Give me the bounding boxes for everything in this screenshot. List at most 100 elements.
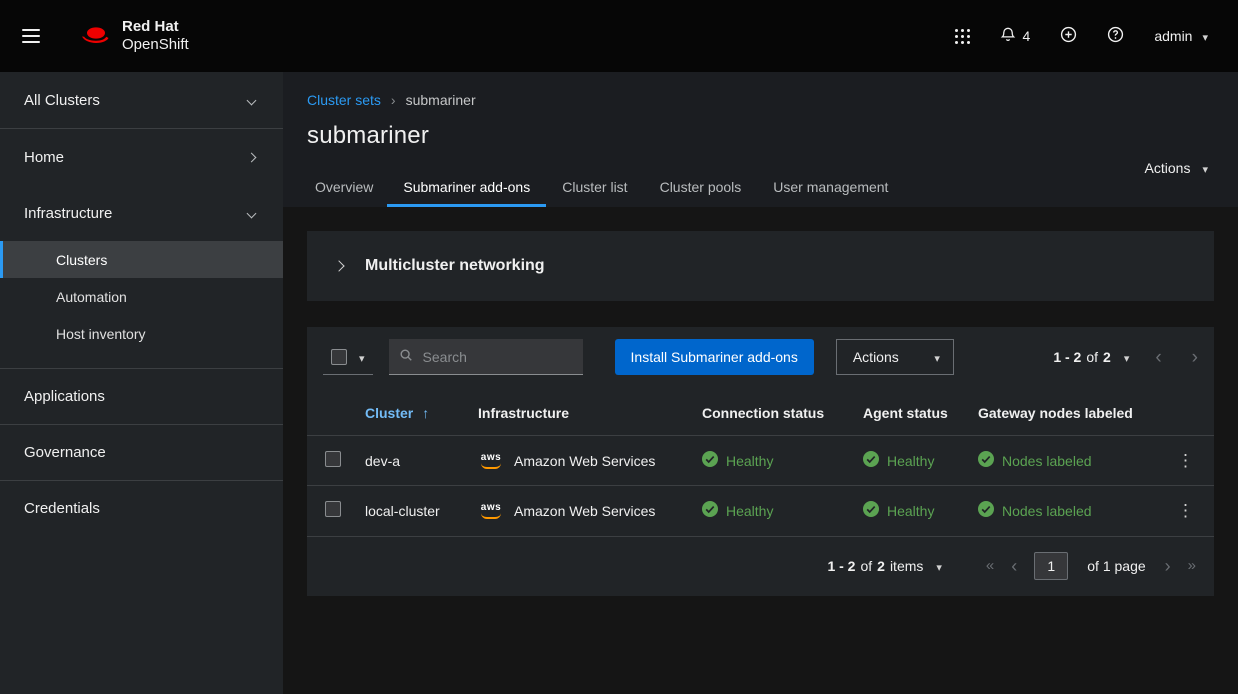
brand-line1: Red Hat xyxy=(122,18,189,36)
sidebar-item-automation[interactable]: Automation xyxy=(0,278,283,315)
caret-down-icon xyxy=(934,349,940,365)
sidebar-item-label: Home xyxy=(24,149,64,166)
row-kebab-menu[interactable] xyxy=(1169,499,1202,523)
tab-user-management[interactable]: User management xyxy=(757,170,904,207)
search-box xyxy=(389,339,583,375)
sidebar-item-clusters[interactable]: Clusters xyxy=(0,241,283,278)
table-row: local-cluster aws Amazon Web Services xyxy=(307,486,1214,536)
next-page-button[interactable] xyxy=(1165,557,1171,575)
table-actions-dropdown[interactable]: Actions xyxy=(836,339,954,375)
user-menu[interactable]: admin xyxy=(1154,28,1208,44)
caret-down-icon xyxy=(359,349,365,365)
install-submariner-button[interactable]: Install Submariner add-ons xyxy=(615,339,814,375)
sidebar-item-host-inventory[interactable]: Host inventory xyxy=(0,315,283,352)
caret-down-icon xyxy=(1202,28,1208,44)
bulk-select-dropdown[interactable] xyxy=(323,340,373,375)
help-button[interactable] xyxy=(1107,26,1124,46)
pagination-bottom: 1 - 2 of 2 items of 1 page xyxy=(307,536,1214,596)
breadcrumb-link-cluster-sets[interactable]: Cluster sets xyxy=(307,92,381,108)
sidebar-item-infrastructure[interactable]: Infrastructure xyxy=(0,185,283,241)
gateway-status: Nodes labeled xyxy=(1002,503,1092,519)
create-button[interactable] xyxy=(1060,26,1077,46)
provider-name: Amazon Web Services xyxy=(514,503,655,519)
infrastructure-subnav: Clusters Automation Host inventory xyxy=(0,241,283,352)
perspective-label: All Clusters xyxy=(24,92,100,109)
multicluster-networking-expander[interactable]: Multicluster networking xyxy=(307,231,1214,301)
sidebar-item-applications[interactable]: Applications xyxy=(0,368,283,424)
check-circle-icon xyxy=(978,501,994,520)
caret-down-icon xyxy=(1202,160,1208,176)
aws-icon: aws xyxy=(478,503,504,519)
row-checkbox[interactable] xyxy=(325,451,341,467)
tab-cluster-list[interactable]: Cluster list xyxy=(546,170,643,207)
sidebar-item-governance[interactable]: Governance xyxy=(0,424,283,480)
add-circle-icon xyxy=(1060,26,1077,46)
notifications-button[interactable]: 4 xyxy=(1000,26,1031,46)
column-header-cluster: Cluster xyxy=(365,405,413,421)
tab-submariner-add-ons[interactable]: Submariner add-ons xyxy=(387,170,546,207)
breadcrumb-current: submariner xyxy=(406,92,476,108)
column-header-connection-status: Connection status xyxy=(690,391,851,436)
pagination-total: 2 xyxy=(877,558,885,574)
cluster-perspective-switcher[interactable]: All Clusters xyxy=(0,72,283,129)
sidebar-item-label: Governance xyxy=(24,444,106,461)
main-content: Cluster sets submariner submariner Actio… xyxy=(283,72,1238,694)
apps-grid-icon xyxy=(955,29,970,44)
breadcrumb-separator-icon xyxy=(391,92,396,108)
chevron-down-icon xyxy=(247,95,257,105)
masthead: Red Hat OpenShift 4 xyxy=(0,0,1238,72)
chevron-down-icon xyxy=(247,208,257,218)
app-launcher-button[interactable] xyxy=(955,29,970,44)
check-circle-icon xyxy=(702,501,718,520)
first-page-button[interactable] xyxy=(986,558,994,573)
check-circle-icon xyxy=(863,501,879,520)
prev-page-button[interactable] xyxy=(1155,348,1161,367)
check-circle-icon xyxy=(978,451,994,470)
tab-overview[interactable]: Overview xyxy=(307,170,387,207)
page-actions-label: Actions xyxy=(1145,160,1191,176)
page-actions-dropdown[interactable]: Actions xyxy=(1145,160,1208,176)
sidebar-item-home[interactable]: Home xyxy=(0,129,283,185)
prev-page-button[interactable] xyxy=(1011,557,1017,575)
pagination-menu-toggle[interactable]: 1 - 2 of 2 xyxy=(1053,349,1129,365)
submariner-table-card: Install Submariner add-ons Actions 1 - 2… xyxy=(307,327,1214,596)
connection-status: Healthy xyxy=(726,503,773,519)
next-page-button[interactable] xyxy=(1192,348,1198,367)
pagination-top: 1 - 2 of 2 xyxy=(1053,348,1198,367)
chevron-right-icon xyxy=(247,152,257,162)
clusters-table: Cluster Infrastructure Connection status… xyxy=(307,391,1214,536)
last-page-button[interactable] xyxy=(1188,558,1196,573)
aws-icon: aws xyxy=(478,453,504,469)
agent-status: Healthy xyxy=(887,503,934,519)
table-actions-label: Actions xyxy=(853,349,899,365)
row-checkbox[interactable] xyxy=(325,501,341,517)
row-kebab-menu[interactable] xyxy=(1169,449,1202,473)
connection-status: Healthy xyxy=(726,453,773,469)
table-toolbar: Install Submariner add-ons Actions 1 - 2… xyxy=(307,327,1214,391)
sort-ascending-icon xyxy=(422,405,429,421)
agent-status: Healthy xyxy=(887,453,934,469)
brand-logo[interactable]: Red Hat OpenShift xyxy=(74,18,189,54)
column-header-gateway-nodes: Gateway nodes labeled xyxy=(966,391,1157,436)
current-page-input[interactable] xyxy=(1034,552,1068,580)
sidebar-item-label: Automation xyxy=(56,289,127,305)
breadcrumb: Cluster sets submariner xyxy=(307,92,1214,108)
sort-by-cluster-button[interactable]: Cluster xyxy=(365,405,429,421)
brand-line2: OpenShift xyxy=(122,36,189,54)
pagination-items-toggle[interactable]: 1 - 2 of 2 items xyxy=(827,558,941,574)
question-circle-icon xyxy=(1107,26,1124,46)
nav-toggle-button[interactable] xyxy=(0,0,62,72)
bulk-select-checkbox[interactable] xyxy=(331,349,347,365)
sidebar-item-credentials[interactable]: Credentials xyxy=(0,480,283,536)
chevron-right-icon xyxy=(333,260,344,271)
sidebar-item-label: Host inventory xyxy=(56,326,145,342)
tab-cluster-pools[interactable]: Cluster pools xyxy=(644,170,758,207)
hamburger-icon xyxy=(22,25,40,47)
sidebar-item-label: Applications xyxy=(24,388,105,405)
page-header: Cluster sets submariner submariner Actio… xyxy=(283,72,1238,207)
header-checkbox-cell xyxy=(307,391,353,436)
sidebar-item-label: Credentials xyxy=(24,500,100,517)
cluster-name: local-cluster xyxy=(353,486,466,536)
pagination-range: 1 - 2 xyxy=(1053,349,1081,365)
search-input[interactable] xyxy=(421,348,573,366)
